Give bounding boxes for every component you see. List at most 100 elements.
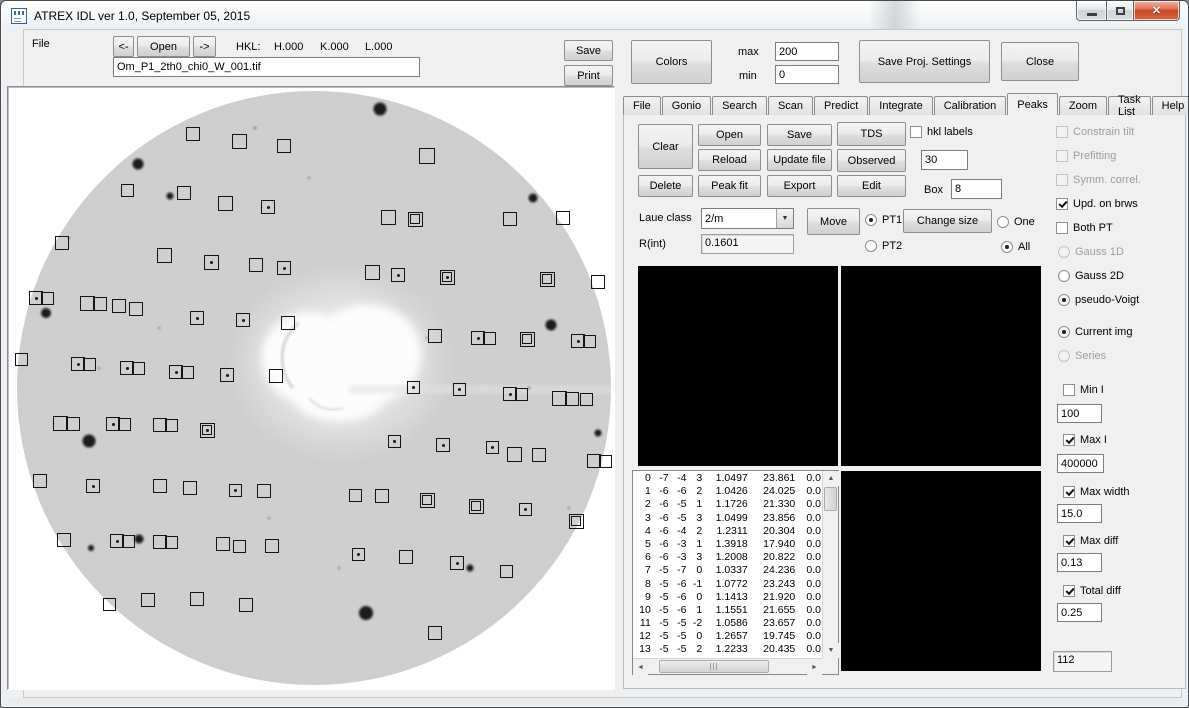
peak-list-row[interactable]: 3-6-531.049923.8560.0	[634, 512, 821, 525]
peak-marker[interactable]	[269, 369, 283, 383]
horizontal-scrollbar[interactable]: ◄ ►	[633, 658, 822, 674]
tds-button[interactable]: TDS	[837, 122, 906, 146]
tab-search[interactable]: Search	[712, 96, 767, 115]
peak-marker[interactable]	[503, 212, 517, 226]
peak-marker[interactable]	[183, 481, 197, 495]
peak-list-row[interactable]: 6-6-331.200820.8220.0	[634, 551, 821, 564]
peak-marker[interactable]	[186, 127, 200, 141]
prev-file-button[interactable]: <-	[113, 36, 134, 57]
scroll-down-icon[interactable]: ▼	[823, 643, 839, 658]
next-file-button[interactable]: ->	[193, 36, 216, 57]
peak-marker[interactable]	[141, 593, 155, 607]
peak-marker[interactable]	[239, 598, 253, 612]
one-radio[interactable]: One	[997, 216, 1035, 228]
total-diff-input[interactable]	[1057, 603, 1102, 622]
tab-scan[interactable]: Scan	[768, 96, 813, 115]
scroll-left-icon[interactable]: ◄	[633, 659, 648, 675]
peak-marker[interactable]	[41, 292, 54, 305]
peak-marker[interactable]	[257, 484, 271, 498]
peak-marker[interactable]	[565, 392, 579, 406]
profile-panel-1[interactable]	[638, 266, 838, 466]
peak-marker[interactable]	[265, 539, 279, 553]
peak-list-row[interactable]: 4-6-421.231120.3040.0	[634, 525, 821, 538]
max-input[interactable]	[775, 42, 839, 61]
chevron-down-icon[interactable]: ▼	[776, 209, 793, 228]
max-diff-checkbox[interactable]: Max diff	[1063, 535, 1118, 547]
peak-marker[interactable]	[177, 186, 191, 200]
tab-gonio[interactable]: Gonio	[662, 96, 711, 115]
peak-list-row[interactable]: 12-5-501.265719.7450.0	[634, 630, 821, 643]
peak-marker[interactable]	[103, 598, 116, 611]
tab-calibration[interactable]: Calibration	[934, 96, 1007, 115]
max-i-checkbox[interactable]: Max I	[1063, 434, 1107, 446]
maximize-button[interactable]	[1106, 1, 1134, 21]
peak-marker[interactable]	[129, 302, 143, 316]
peak-marker[interactable]	[15, 353, 28, 366]
hkl-labels-checkbox[interactable]: hkl labels	[910, 126, 973, 138]
minimize-button[interactable]	[1076, 1, 1106, 21]
peak-marker[interactable]	[57, 533, 71, 547]
peak-marker[interactable]	[410, 214, 420, 224]
peak-marker[interactable]	[428, 626, 442, 640]
update-file-button[interactable]: Update file	[767, 149, 832, 171]
reload-button[interactable]: Reload	[698, 149, 761, 171]
peak-marker[interactable]	[281, 316, 295, 330]
move-button[interactable]: Move	[807, 208, 860, 235]
peak-marker[interactable]	[190, 592, 204, 606]
save-image-button[interactable]: Save	[564, 40, 613, 61]
export-button[interactable]: Export	[767, 175, 832, 197]
filename-input[interactable]	[113, 57, 420, 77]
peak-marker[interactable]	[165, 419, 178, 432]
peak-marker[interactable]	[591, 275, 605, 289]
peak-marker[interactable]	[375, 489, 389, 503]
upd-on-brws-checkbox[interactable]: Upd. on brws	[1056, 198, 1138, 210]
diffraction-image-panel[interactable]	[7, 86, 615, 690]
peak-marker[interactable]	[583, 335, 596, 348]
max-width-checkbox[interactable]: Max width	[1063, 486, 1130, 498]
pt2-radio[interactable]: PT2	[865, 240, 902, 252]
peak-marker[interactable]	[93, 297, 107, 311]
peak-list-row[interactable]: 2-6-511.172621.3300.0	[634, 498, 821, 511]
peak-marker[interactable]	[232, 134, 247, 149]
box-size-input[interactable]	[951, 179, 1002, 199]
peak-marker[interactable]	[122, 535, 135, 548]
min-input[interactable]	[775, 65, 839, 84]
peak-marker[interactable]	[121, 184, 134, 197]
peak-marker[interactable]	[422, 495, 432, 505]
delete-button[interactable]: Delete	[638, 175, 693, 197]
peaks-open-button[interactable]: Open	[698, 124, 761, 146]
peak-marker[interactable]	[365, 265, 380, 280]
peak-marker[interactable]	[218, 196, 233, 211]
peak-marker[interactable]	[277, 139, 291, 153]
peak-marker[interactable]	[507, 447, 522, 462]
peak-list-row[interactable]: 7-5-701.033724.2360.0	[634, 564, 821, 577]
peak-marker[interactable]	[399, 550, 413, 564]
tab-zoom[interactable]: Zoom	[1059, 96, 1107, 115]
tab-help[interactable]: Help	[1152, 96, 1189, 115]
gauss-2d-radio[interactable]: Gauss 2D	[1058, 270, 1124, 282]
colors-button[interactable]: Colors	[631, 40, 712, 84]
edit-button[interactable]: Edit	[837, 175, 906, 197]
print-button[interactable]: Print	[564, 65, 613, 86]
pt1-radio[interactable]: PT1	[865, 214, 902, 226]
peak-marker[interactable]	[349, 489, 362, 502]
peak-marker[interactable]	[157, 248, 172, 263]
peak-marker[interactable]	[500, 565, 513, 578]
peak-fit-button[interactable]: Peak fit	[698, 175, 761, 197]
peak-marker[interactable]	[571, 516, 581, 526]
close-button[interactable]: Close	[1001, 42, 1079, 81]
peak-list-row[interactable]: 5-6-311.391817.9400.0	[634, 538, 821, 551]
peak-marker[interactable]	[515, 388, 528, 401]
peak-marker[interactable]	[112, 299, 126, 313]
peak-marker[interactable]	[249, 258, 263, 272]
peak-marker[interactable]	[580, 393, 593, 406]
peak-marker[interactable]	[55, 236, 69, 250]
tab-task-list[interactable]: Task List	[1108, 96, 1151, 115]
tab-file[interactable]: File	[623, 96, 661, 115]
peak-marker[interactable]	[419, 148, 435, 164]
peak-marker[interactable]	[522, 334, 532, 344]
peak-list-row[interactable]: 0-7-431.049723.8610.0	[634, 472, 821, 485]
vertical-scrollbar[interactable]: ▲ ▼	[822, 471, 838, 658]
current-img-radio[interactable]: Current img	[1058, 326, 1132, 338]
title-bar[interactable]: ATREX IDL ver 1.0, September 05, 2015 ✕	[1, 1, 1188, 31]
